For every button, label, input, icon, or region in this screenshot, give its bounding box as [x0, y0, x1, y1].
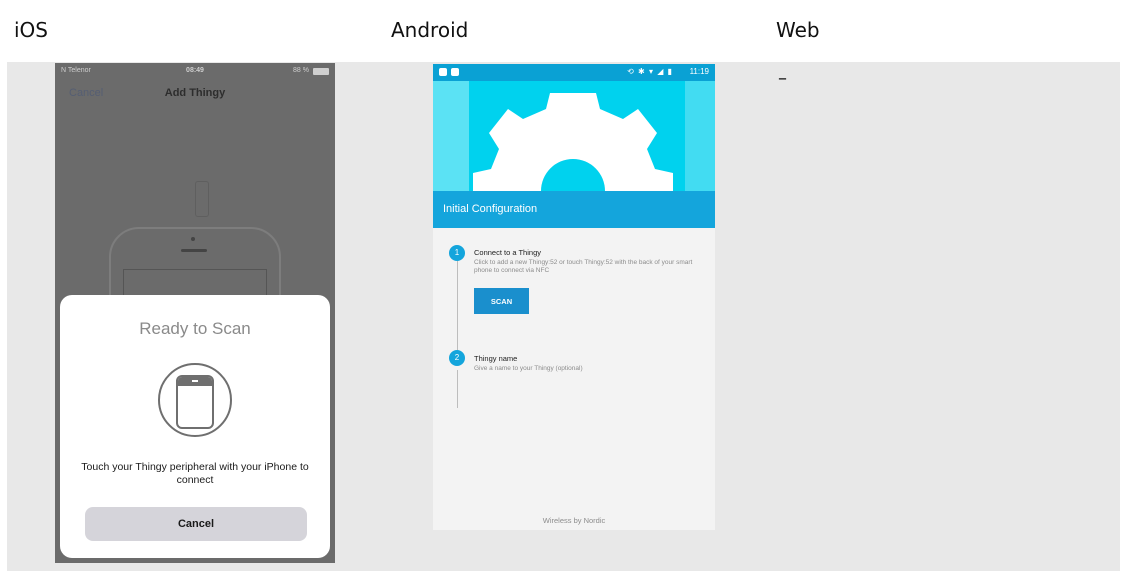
web-placeholder: – [778, 68, 787, 89]
stepper-line [457, 370, 458, 408]
settings-status-icon [439, 68, 447, 76]
column-heading-ios: iOS [14, 18, 48, 42]
nfc-scan-sheet: Ready to Scan Touch your Thingy peripher… [60, 295, 330, 558]
banner-left-panel [433, 81, 469, 191]
android-screenshot: ⟲ ✱ ▾ ◢ ▮ 11:19 Initial Configuration 1 … [433, 64, 715, 530]
stepper-line [457, 260, 458, 354]
column-heading-android: Android [391, 18, 469, 42]
ios-nav-title: Add Thingy [164, 87, 226, 99]
background-slot-illustration [195, 181, 209, 217]
android-clock: 11:19 [689, 67, 709, 76]
scan-button[interactable]: SCAN [474, 288, 529, 314]
android-toolbar: Initial Configuration [433, 191, 715, 228]
step-description: Give a name to your Thingy (optional) [474, 365, 583, 372]
ios-nav-bar: Cancel Add Thingy [55, 79, 335, 109]
android-footer: Wireless by Nordic [542, 516, 606, 525]
header-row: iOS Android Web [0, 0, 1128, 62]
sheet-title: Ready to Scan [139, 319, 251, 338]
android-status-bar: ⟲ ✱ ▾ ◢ ▮ 11:19 [433, 64, 715, 81]
step-description: Click to add a new Thingy:52 or touch Th… [474, 259, 693, 274]
gear-icon [473, 93, 673, 191]
background-phone-camera [191, 237, 195, 241]
step-number: 1 [449, 245, 465, 261]
sheet-message: Touch your Thingy peripheral with your i… [81, 461, 309, 486]
banner-right-panel [685, 81, 715, 191]
battery-icon [313, 68, 329, 75]
phone-icon [176, 375, 214, 429]
sheet-cancel-button[interactable]: Cancel [85, 507, 307, 541]
background-phone-speaker [181, 249, 207, 252]
system-status-icons: ⟲ ✱ ▾ ◢ ▮ [627, 67, 673, 76]
step-number: 2 [449, 350, 465, 366]
step-title[interactable]: Thingy name [474, 354, 517, 363]
ios-battery-level: 88 % [293, 67, 309, 74]
ios-status-bar: N Telenor 08:49 88 % [55, 63, 335, 79]
ios-screenshot: N Telenor 08:49 88 % Cancel Add Thingy R… [55, 63, 335, 563]
step-title: Connect to a Thingy [474, 248, 541, 257]
column-heading-web: Web [776, 18, 820, 42]
image-status-icon [451, 68, 459, 76]
config-banner [433, 81, 715, 191]
phone-icon-mark [192, 380, 198, 382]
toolbar-title: Initial Configuration [443, 203, 538, 215]
